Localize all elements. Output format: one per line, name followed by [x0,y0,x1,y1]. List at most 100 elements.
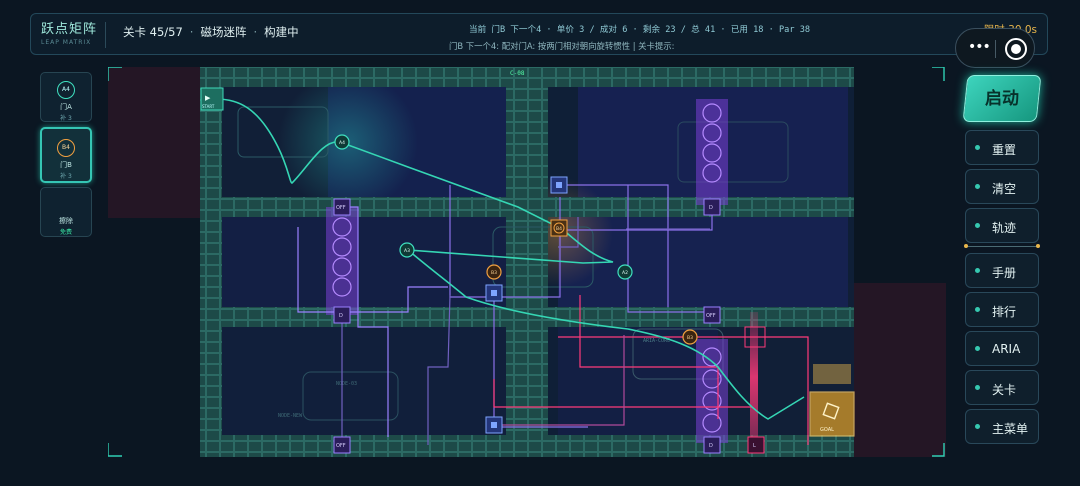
level-name: 磁场迷阵 [200,25,247,39]
gate-b-icon: B4 [57,139,75,157]
more-icon[interactable]: ••• [968,39,991,55]
play-icon: ▶ [205,94,211,102]
bullet-icon [975,424,980,429]
aria-button[interactable]: ARIA [965,331,1039,366]
switch[interactable]: OFF [333,436,351,454]
gate-a[interactable]: A2 [617,264,633,280]
room [218,217,508,307]
svg-text:B4: B4 [556,226,562,232]
status-line: 当前 门B 下一个4 · 单价 3 / 成对 6 · 剩余 23 / 总 41 … [469,25,811,35]
level-indicator: 关卡 45/57 [123,25,183,39]
gate-a-icon: A4 [57,81,75,99]
tool-label: 门A [60,103,72,111]
deco-label: NODE-NEW [278,413,303,419]
gate-b[interactable]: B4 [550,219,568,237]
reset-button[interactable]: 重置 [965,130,1039,165]
switch[interactable]: OFF [333,198,351,216]
svg-text:OFF: OFF [706,313,716,319]
switch[interactable]: D [333,306,351,324]
tool-label: 擦除 [59,217,73,225]
pressure-button[interactable] [550,176,568,194]
top-header: 跃点矩阵 LEAP MATRIX 关卡 45/57 · 磁场迷阵 · 构建中 当前 门B… [30,13,1048,55]
menu-label: ARIA [992,342,1021,356]
goal-label: GOAL [820,427,834,433]
launch-button[interactable]: 启动 [962,75,1042,122]
gate-b[interactable]: B3 [682,329,698,345]
bullet-icon [975,346,980,351]
switch[interactable]: D [703,436,721,454]
hint-line: 门B 下一个4: 配对门A: 按两门相对朝向旋转惯性 | 关卡提示: [449,41,675,51]
menu-label: 重置 [992,143,1017,157]
svg-text:A2: A2 [622,270,628,276]
room [558,327,718,437]
svg-text:D: D [709,443,713,449]
main-menu-button[interactable]: 主菜单 [965,409,1039,444]
bullet-icon [975,184,980,189]
tool-stock: 补 3 [60,115,72,122]
gate-a[interactable]: A4 [334,134,350,150]
magnetic-field [326,207,358,315]
trajectory-button[interactable]: 轨迹 [965,208,1039,243]
breadcrumb: 关卡 45/57 · 磁场迷阵 · 构建中 [123,24,299,40]
tool-stock: 补 3 [60,173,72,180]
menu-label: 排行 [992,305,1017,319]
svg-text:OFF: OFF [336,205,346,211]
pressure-button[interactable] [485,284,503,302]
gate-a[interactable]: A3 [399,242,415,258]
magnetic-field [696,99,728,205]
svg-text:B3: B3 [491,270,497,276]
levels-button[interactable]: 关卡 [965,370,1039,405]
capsule-divider [995,40,996,58]
leaderboard-button[interactable]: 排行 [965,292,1039,327]
wall [506,67,548,457]
gate-b[interactable]: B3 [486,264,502,280]
wall [200,67,222,457]
laser-beam [750,312,758,442]
brand: 跃点矩阵 LEAP MATRIX [41,18,97,46]
launch-label: 启动 [984,89,1019,109]
start-pad[interactable]: ▶ START [200,87,224,111]
game-title: 跃点矩阵 [41,22,98,37]
deco-label: NODE-03 [336,381,357,387]
pressure-button[interactable] [485,416,503,434]
menu-label: 轨迹 [992,221,1017,235]
svg-text:B3: B3 [687,335,693,341]
tool-gate-a[interactable]: A4 门A 补 3 [40,72,92,122]
menu-label: 手册 [992,266,1017,280]
goal-pad[interactable]: GOAL [809,364,855,437]
bullet-icon [975,268,980,273]
game-subtitle: LEAP MATRIX [41,39,92,46]
tool-gate-b[interactable]: B4 门B 补 3 [40,127,92,183]
start-label: START [202,104,215,109]
clear-button[interactable]: 清空 [965,169,1039,204]
tool-cost: 免费 [59,229,72,236]
switch[interactable]: L [747,436,765,454]
breadcrumb-dot: · [253,25,258,39]
bullet-icon [975,307,980,312]
svg-text:L: L [753,443,756,449]
bullet-icon [975,385,980,390]
manual-button[interactable]: 手册 [965,253,1039,288]
svg-text:A4: A4 [339,140,345,146]
menu-separator [964,244,1040,248]
magnetic-field [696,339,728,443]
bullet-icon [975,145,980,150]
bullet-icon [975,223,980,228]
deco-label: C-08 [510,70,525,77]
board-canvas[interactable]: C-08 ARIA-CORE NODE-03 NODE-NEW ▶ START … [108,67,946,457]
svg-text:OFF: OFF [336,443,346,449]
switch[interactable]: D [703,198,721,216]
svg-text:D: D [709,205,713,211]
mode-label: 构建中 [264,25,299,39]
miniprogram-capsule: ••• [955,28,1035,68]
tool-label: 门B [60,161,72,169]
menu-label: 清空 [992,182,1017,196]
close-target-icon[interactable] [1005,38,1027,60]
header-divider [105,22,106,48]
game-board[interactable]: C-08 ARIA-CORE NODE-03 NODE-NEW ▶ START … [108,67,946,457]
menu-label: 关卡 [992,383,1017,397]
tool-eraser[interactable]: 擦除 免费 [40,187,92,237]
svg-text:A3: A3 [404,248,410,254]
svg-text:D: D [339,313,343,319]
switch[interactable]: OFF [703,306,721,324]
